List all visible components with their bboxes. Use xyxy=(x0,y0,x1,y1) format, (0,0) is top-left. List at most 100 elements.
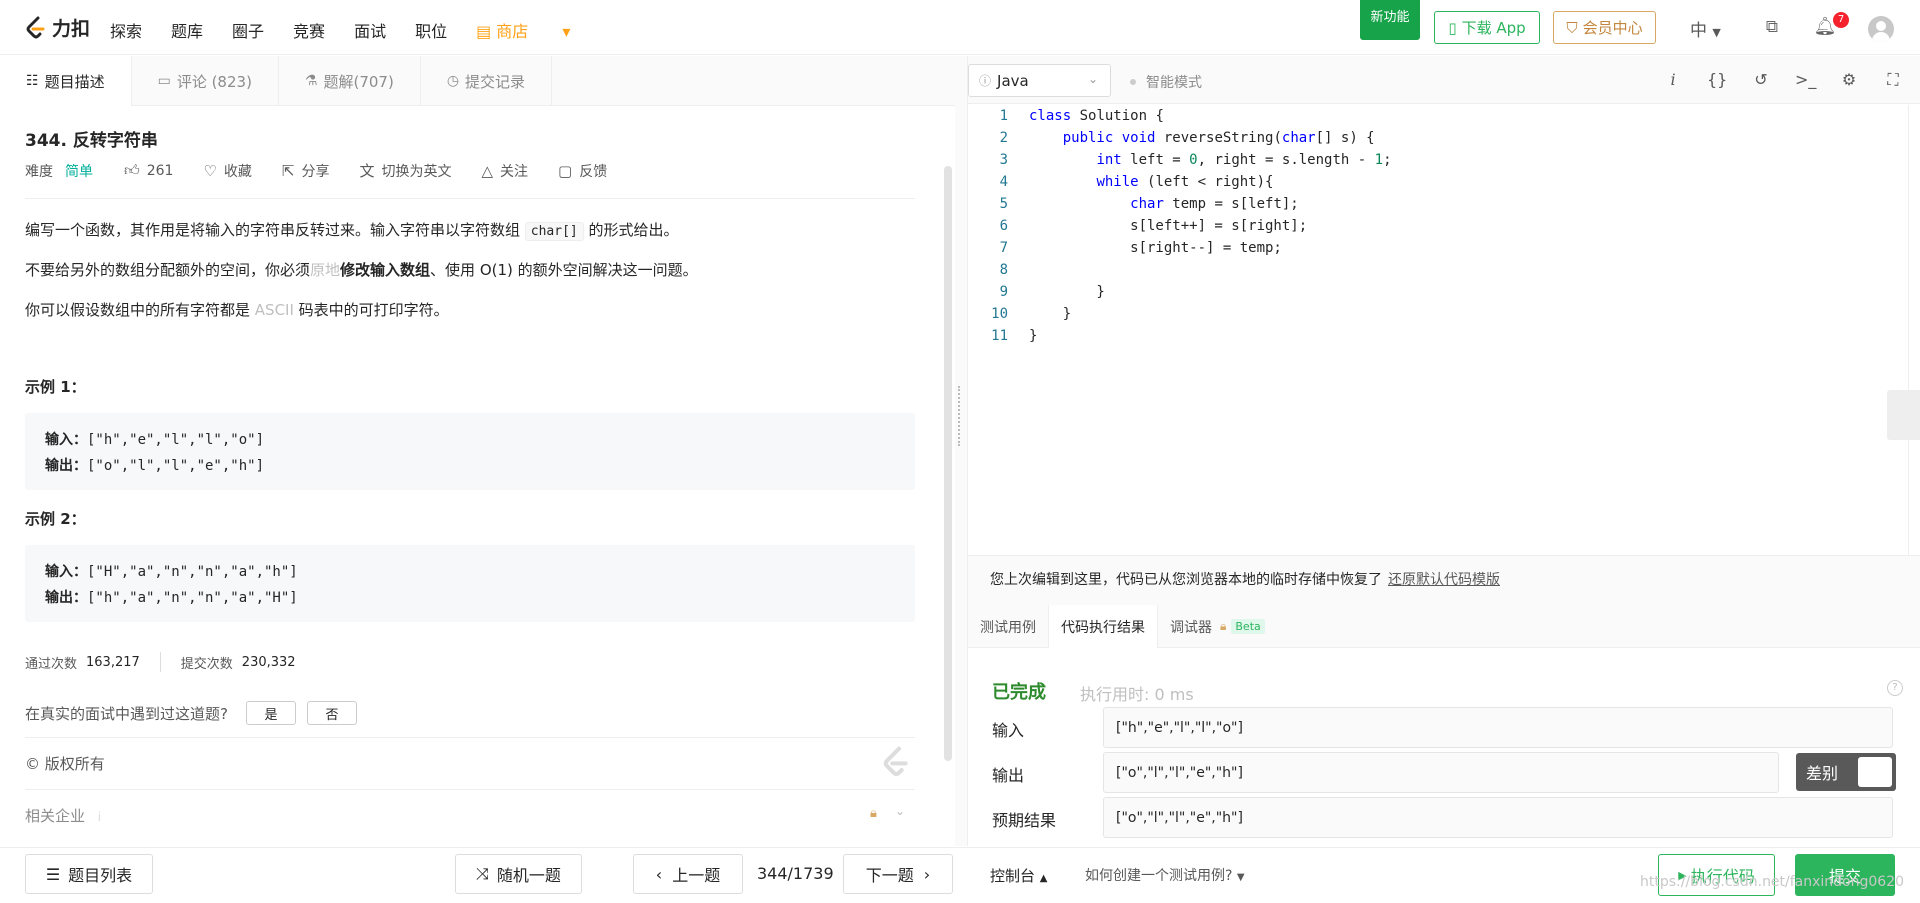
feedback-button[interactable]: ▢ 反馈 xyxy=(558,161,607,181)
problem-tabs: ☷ 题目描述 ▭ 评论 (823) ⚗ 题解(707) ◷ 提交记录 xyxy=(0,56,955,106)
line-number: 5 xyxy=(999,196,1008,212)
language-select-value: Java xyxy=(997,71,1029,90)
p2-bold-text: 修改输入数组 xyxy=(340,261,431,279)
download-app-label: 下载 App xyxy=(1461,19,1526,37)
tab-description[interactable]: ☷ 题目描述 xyxy=(0,56,132,106)
problem-list-button[interactable]: ☰ 题目列表 xyxy=(25,854,153,894)
new-feature-badge[interactable]: 新功能 xyxy=(1360,0,1420,40)
ascii-link[interactable]: ASCII xyxy=(255,301,294,319)
fullscreen-icon[interactable]: ⛶ xyxy=(1883,70,1903,90)
problem-list-label: 题目列表 xyxy=(68,866,133,885)
expected-value: ["o","l","l","e","h"] xyxy=(1103,797,1893,838)
copyright: © 版权所有 xyxy=(25,755,105,773)
playground-icon[interactable]: ⧉ xyxy=(1760,16,1784,38)
prev-problem-button[interactable]: ‹ 上一题 xyxy=(633,854,743,894)
help-icon[interactable]: ? xyxy=(1887,680,1903,696)
nav-contest[interactable]: 竞赛 xyxy=(293,18,325,42)
smart-mode-toggle[interactable]: 智能模式 xyxy=(1130,72,1202,92)
leetcode-logo-icon xyxy=(26,16,45,38)
pass-count-label: 通过次数 xyxy=(25,656,78,672)
chevron-down-icon[interactable]: ⌄ xyxy=(895,804,905,818)
lock-icon: 🔒︎ xyxy=(1220,619,1227,633)
reset-icon[interactable]: ↺ xyxy=(1751,70,1771,90)
related-companies[interactable]: 相关企业 i xyxy=(25,805,101,826)
problem-scrollbar[interactable] xyxy=(944,166,952,761)
translate-icon: 文 xyxy=(359,162,375,180)
problem-stats: 通过次数 163,217 提交次数 230,332 xyxy=(25,652,296,672)
p2-text-b: 、使用 O(1) 的额外空间解决这一问题。 xyxy=(430,261,698,279)
next-problem-button[interactable]: 下一题 › xyxy=(843,854,953,894)
nav-jobs[interactable]: 职位 xyxy=(415,18,447,42)
vip-center-button[interactable]: ⛉ 会员中心 xyxy=(1553,11,1656,44)
related-companies-label: 相关企业 xyxy=(25,807,86,825)
download-app-button[interactable]: ▯ 下载 App xyxy=(1434,11,1540,44)
like-button[interactable]: 👍︎ 261 xyxy=(124,161,173,180)
avatar[interactable] xyxy=(1868,16,1894,42)
nav-problems[interactable]: 题库 xyxy=(171,18,203,42)
terminal-icon[interactable]: >_ xyxy=(1795,70,1816,90)
run-status: 已完成 xyxy=(992,682,1046,703)
settings-icon[interactable]: ⚙ xyxy=(1839,70,1859,90)
list-icon: ☰ xyxy=(45,864,61,884)
tab-run-result[interactable]: 代码执行结果 xyxy=(1049,605,1158,648)
code-editor[interactable]: 1 class Solution { 2 public void reverseS… xyxy=(968,105,1920,555)
difficulty-label: 难度 xyxy=(25,163,53,180)
line-number: 8 xyxy=(999,262,1008,278)
like-count: 261 xyxy=(146,162,174,179)
line-number: 11 xyxy=(991,328,1008,344)
restore-default-link[interactable]: 还原默认代码模版 xyxy=(1388,572,1500,588)
beta-badge: Beta xyxy=(1231,619,1265,634)
bell-icon: △ xyxy=(481,161,494,180)
panel-splitter[interactable] xyxy=(955,56,967,846)
info-italic-icon[interactable]: i xyxy=(1663,70,1683,90)
diff-toggle[interactable]: 差别 xyxy=(1796,753,1896,791)
tab-solutions[interactable]: ⚗ 题解(707) xyxy=(279,56,421,106)
code-line: 10 } xyxy=(968,303,1908,325)
tab-description-label: 题目描述 xyxy=(44,72,105,91)
no-button[interactable]: 否 xyxy=(306,701,357,725)
favorite-label: 收藏 xyxy=(223,163,252,180)
example-2-input-value: ["H","a","n","n","a","h"] xyxy=(87,564,298,580)
diff-toggle-knob xyxy=(1858,757,1892,787)
follow-label: 关注 xyxy=(500,163,529,180)
notes-tab-icon[interactable] xyxy=(1887,390,1920,440)
tab-run-result-label: 代码执行结果 xyxy=(1061,619,1145,636)
braces-icon[interactable]: {} xyxy=(1707,70,1727,90)
howto-testcase-link[interactable]: 如何创建一个测试用例? ▼ xyxy=(1085,865,1245,885)
clock-icon: ◷ xyxy=(446,73,460,89)
restore-message: 您上次编辑到这里，代码已从您浏览器本地的临时存储中恢复了 xyxy=(990,572,1382,588)
pass-count: 163,217 xyxy=(86,654,140,670)
chevron-down-icon: ⌄ xyxy=(1087,72,1098,86)
description-paragraph-1: 编写一个函数，其作用是将输入的字符串反转过来。输入字符串以字符数组 char[]… xyxy=(25,219,679,241)
bookmark-icon: ⛉ xyxy=(1566,18,1578,37)
problem-page-indicator: 344/1739 xyxy=(757,864,834,883)
tab-submissions[interactable]: ◷ 提交记录 xyxy=(421,56,553,106)
language-switch[interactable]: 中 ▼ xyxy=(1690,16,1721,41)
nav-circle[interactable]: 圈子 xyxy=(232,18,264,42)
code-line: 7 s[right--] = temp; xyxy=(968,237,1908,259)
console-toggle[interactable]: 控制台 ▲ xyxy=(990,865,1048,886)
follow-button[interactable]: △ 关注 xyxy=(481,161,528,181)
example-2-output-label: 输出： xyxy=(45,590,87,606)
restore-notice: 您上次编辑到这里，代码已从您浏览器本地的临时存储中恢复了 还原默认代码模版 xyxy=(968,555,1920,605)
tab-testcase[interactable]: 测试用例 xyxy=(968,605,1049,648)
leetcode-logo[interactable]: 力扣 xyxy=(24,14,90,41)
input-value: ["h","e","l","l","o"] xyxy=(1103,707,1893,748)
example-2-output: 输出：["h","a","n","n","a","H"] xyxy=(45,585,895,611)
tab-debugger[interactable]: 调试器 🔒︎ Beta xyxy=(1158,605,1277,648)
example-1-output-label: 输出： xyxy=(45,458,87,474)
tab-comments[interactable]: ▭ 评论 (823) xyxy=(132,56,279,106)
language-select[interactable]: ⓘ Java ⌄ xyxy=(968,64,1111,97)
favorite-button[interactable]: ♡ 收藏 xyxy=(203,161,251,181)
example-2-output-value: ["h","a","n","n","a","H"] xyxy=(87,590,298,606)
nav-interview[interactable]: 面试 xyxy=(354,18,386,42)
random-problem-button[interactable]: ⤨ 随机一题 xyxy=(455,854,582,894)
yes-button[interactable]: 是 xyxy=(245,701,296,725)
nav-shop[interactable]: ▤ 商店 ▾ xyxy=(476,18,570,42)
share-button[interactable]: ⇱ 分享 xyxy=(282,161,330,181)
in-place-link[interactable]: 原地 xyxy=(310,261,340,279)
switch-english-button[interactable]: 文切换为英文 xyxy=(359,160,451,181)
code-line: 9 } xyxy=(968,281,1908,303)
feedback-label: 反馈 xyxy=(579,163,608,180)
nav-explore[interactable]: 探索 xyxy=(110,18,142,42)
